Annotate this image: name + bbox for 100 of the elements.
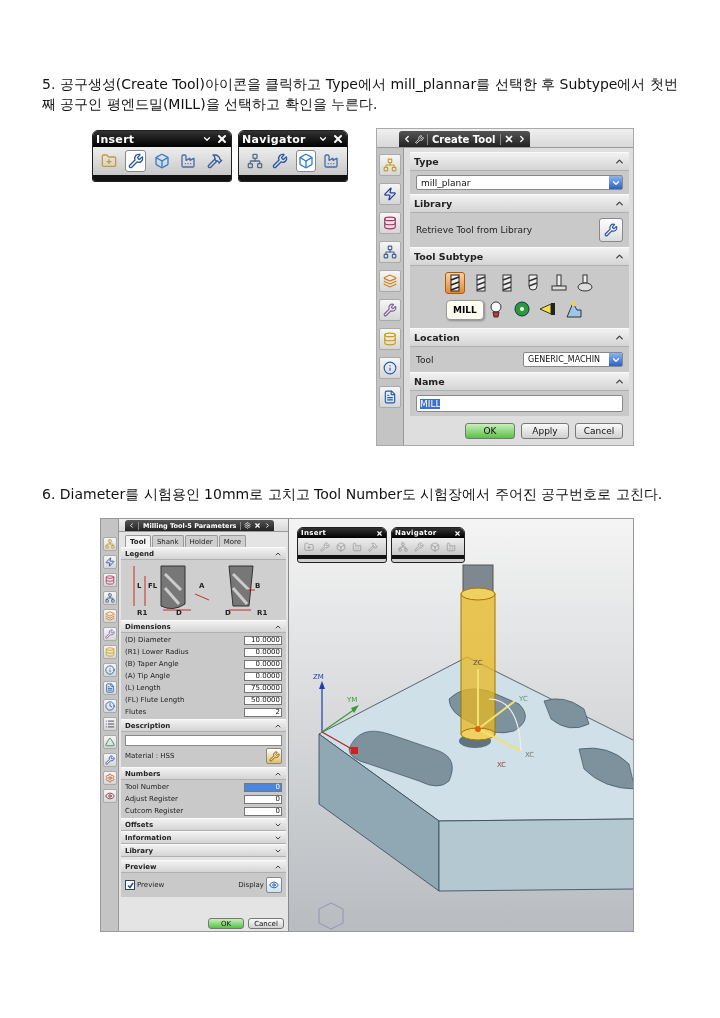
database-icon [104, 647, 115, 657]
end-mill-icon [449, 274, 460, 292]
close-icon[interactable] [503, 134, 514, 144]
tooltip: MILL [446, 300, 484, 320]
tool-dropdown[interactable]: GENERIC_MACHIN [523, 352, 623, 367]
name-input-field[interactable]: MILL [416, 395, 623, 412]
hierarchy-icon [397, 541, 408, 552]
chevron-up-icon[interactable] [614, 332, 625, 343]
wrench-icon [413, 541, 424, 552]
chevron-up-icon[interactable] [614, 376, 625, 387]
sidebar-button[interactable] [102, 591, 117, 605]
instruction-text: 5. 공구생성(Create Tool)아이콘을 클릭하고 Type에서 mill_plannar를 선택한 후 Subtype에서 첫번째 공구인 평엔드밀(MILL)을 선택하고 확인을 누른다. [42, 75, 679, 114]
gear-icon [104, 773, 115, 783]
section-header[interactable]: Tool Subtype [410, 247, 629, 266]
sidebar-button[interactable] [379, 212, 401, 234]
hierarchy-icon [104, 593, 115, 603]
list-icon [104, 719, 115, 729]
close-icon[interactable] [216, 133, 228, 145]
wrench-icon [604, 223, 618, 237]
wrench-icon [127, 153, 144, 169]
chevron-up-icon[interactable] [614, 156, 625, 167]
t-cutter-icon [550, 274, 567, 292]
eye-icon [269, 880, 279, 890]
tool-subtype-button[interactable] [444, 272, 465, 294]
triangle-icon [104, 737, 115, 747]
dialog-title: Create Tool [427, 133, 501, 145]
dialog-button[interactable]: Cancel [575, 423, 623, 439]
toolbar-button[interactable] [125, 150, 146, 172]
hierarchy-icon [104, 539, 115, 549]
gear-cutter-icon [513, 301, 530, 317]
close-icon[interactable] [376, 529, 383, 537]
close-icon[interactable] [332, 133, 344, 145]
sidebar-button[interactable] [102, 573, 117, 587]
wrench-icon [383, 303, 397, 317]
toolbar-title: Navigator [242, 132, 306, 146]
toolbar-button[interactable] [296, 150, 316, 172]
thread-mill-icon [488, 300, 503, 318]
hierarchy-icon [383, 245, 397, 259]
section-header[interactable]: Library [410, 194, 629, 213]
tool-subtype-button[interactable] [574, 272, 595, 294]
sidebar-button[interactable] [379, 299, 401, 321]
document-icon [104, 683, 115, 693]
toolbar-title: Insert [96, 132, 135, 146]
cube-icon [335, 541, 346, 552]
tool-holder-icon [564, 300, 583, 318]
chevron-up-icon[interactable] [614, 251, 625, 262]
material-button[interactable] [266, 748, 282, 764]
sidebar-button[interactable] [102, 681, 117, 695]
end-mill-icon [501, 274, 512, 292]
hammer-icon [206, 153, 223, 169]
close-icon[interactable] [454, 529, 461, 537]
database-icon [383, 332, 397, 346]
factory-icon [323, 153, 340, 169]
layers-icon [383, 274, 397, 288]
info-icon [383, 361, 397, 375]
wrench-icon [272, 153, 289, 169]
chevron-left-icon[interactable] [402, 134, 412, 144]
tool-subtype-button[interactable] [511, 298, 532, 320]
hierarchy-icon [246, 153, 263, 169]
wrench-icon [268, 750, 280, 762]
folder-plus-icon [303, 541, 314, 552]
hammer-icon [367, 541, 378, 552]
sidebar-button[interactable] [379, 386, 401, 408]
factory-icon [351, 541, 362, 552]
wrench-icon [104, 629, 115, 639]
sidebar-button[interactable] [379, 183, 401, 205]
end-mill-icon [475, 274, 486, 292]
section-header[interactable]: Location [410, 328, 629, 347]
probe-icon [538, 301, 557, 317]
instruction-text: 6. Diameter를 시험용인 10mm로 고치고 Tool Number도 시험장에서 주어진 공구번호로 고친다. [42, 485, 664, 504]
database-icon [104, 575, 115, 585]
dialog-button[interactable]: OK [465, 423, 515, 439]
description-input-field[interactable] [125, 735, 282, 746]
display-button[interactable] [266, 877, 282, 893]
chevron-left-icon[interactable] [128, 522, 135, 529]
section-header[interactable]: Type [410, 152, 629, 171]
barrel-cutter-icon [576, 274, 593, 292]
close-icon[interactable] [254, 522, 262, 529]
clock-icon [104, 701, 115, 711]
dialog-button[interactable]: Apply [521, 423, 569, 439]
type-dropdown[interactable]: mill_planar [416, 175, 623, 190]
chevron-right-icon[interactable] [264, 522, 272, 529]
info-icon [104, 665, 115, 675]
gear-icon[interactable] [244, 522, 252, 529]
ball-mill-icon [526, 274, 539, 292]
cube-icon [429, 541, 440, 552]
database-icon [383, 216, 397, 230]
wrench-icon [319, 541, 330, 552]
sidebar-button[interactable] [379, 241, 401, 263]
eye-icon [104, 791, 115, 801]
folder-plus-icon [101, 153, 118, 169]
sidebar-button[interactable] [102, 789, 117, 803]
field-label: Tool [416, 354, 434, 365]
factory-icon [445, 541, 456, 552]
bolt-icon [383, 187, 397, 201]
chevron-up-icon[interactable] [614, 198, 625, 209]
retrieve-button[interactable] [599, 218, 623, 242]
library-label: Retrieve Tool from Library [416, 225, 532, 235]
sidebar-button[interactable] [379, 357, 401, 379]
section-header[interactable]: Name [410, 372, 629, 391]
